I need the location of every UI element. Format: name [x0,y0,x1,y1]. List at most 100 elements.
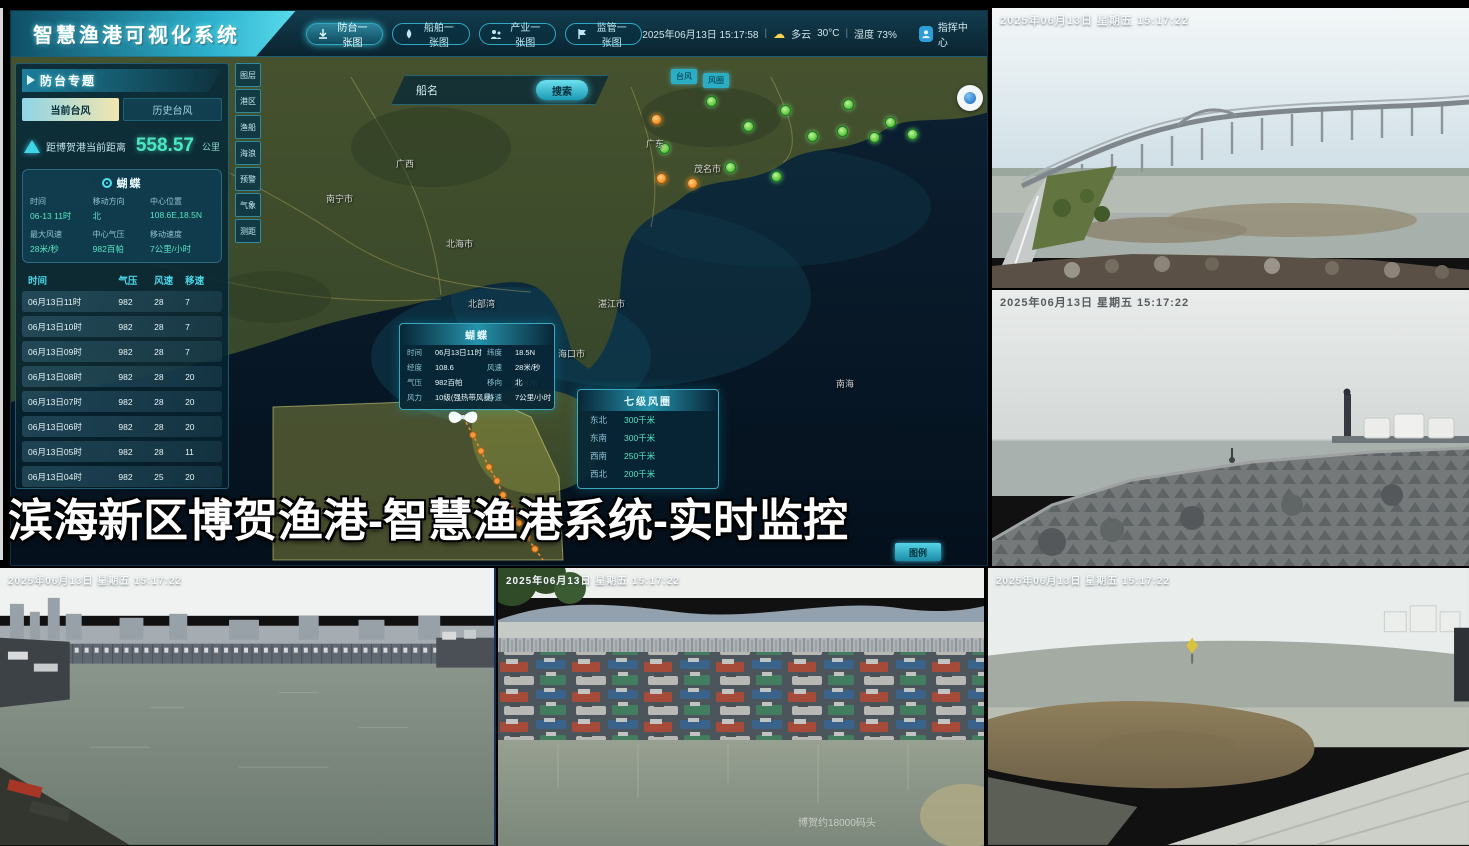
user-label: 指挥中心 [938,19,973,49]
camera-feed-harbor-panorama[interactable]: 2025年06月13日 星期五 15:17:22 [0,568,496,846]
popup-value: 982百帕 [435,377,483,388]
popup-label: 纬度 [487,347,511,358]
camera-feed-bridge[interactable]: 2025年06月13日 星期五 15:17:22 [992,8,1469,288]
vessel-marker[interactable] [743,121,754,132]
table-row[interactable]: 06月13日09时982287 [22,341,222,362]
tool-waves[interactable]: 海浪 [235,141,261,165]
camera-feed-fleet[interactable]: 2025年06月13日 星期五 15:17:22 博贺约18000码头 [498,568,984,846]
popup-value: 300千米 [624,432,655,444]
tool-vessels[interactable]: 渔船 [235,115,261,139]
vessel-marker[interactable] [907,129,918,140]
vessel-marker[interactable] [807,131,818,142]
alert-marker[interactable] [687,178,698,189]
wind-circle-popup: 七级风圈 东北300千米 东南300千米 西南250千米 西北200千米 [577,389,719,489]
popup-value: 06月13日11时 [435,347,483,358]
popup-label: 移向 [487,377,511,388]
tool-layers[interactable]: 图层 [235,63,261,87]
map-label: 南海 [836,377,854,390]
ship-icon [403,28,415,40]
popup-value: 28米/秒 [515,362,547,373]
table-header: 时间气压 风速移速 [22,271,222,289]
nav-typhoon-map[interactable]: 防台一张图 [306,23,383,45]
bridge-scene [992,8,1469,288]
popup-value: 108.6 [435,363,483,372]
nav-label: 监管一张图 [592,19,631,49]
breakwater-scene [992,290,1469,566]
nav-industry-map[interactable]: 产业一张图 [479,23,556,45]
camera-feed-breakwater[interactable]: 2025年06月13日 星期五 15:17:22 [992,290,1469,566]
table-row[interactable]: 06月13日10时982287 [22,316,222,337]
search-button[interactable]: 搜索 [536,80,588,100]
vessel-marker[interactable] [725,162,736,173]
app-title: 智慧渔港可视化系统 [33,19,240,48]
popup-label: 风速 [487,362,511,373]
nav-supervision-map[interactable]: 监管一张图 [565,23,642,45]
map-label: 南宁市 [326,192,353,205]
vessel-marker[interactable] [771,171,782,182]
tool-port[interactable]: 港区 [235,89,261,113]
main-nav: 防台一张图 船舶一张图 产业一张图 监管一张图 [306,23,642,45]
nav-label: 产业一张图 [506,19,545,49]
popup-value: 7公里/小时 [515,392,551,403]
map-chip-typhoon[interactable]: 台风 [671,69,697,84]
map-chip-windcircle[interactable]: 风圈 [703,73,729,88]
vessel-marker[interactable] [843,99,854,110]
divider: | [845,28,848,39]
tool-measure[interactable]: 测距 [235,219,261,243]
card-field: 移动速度7公里/小时 [150,229,214,255]
user-chip[interactable]: 指挥中心 [919,19,973,49]
card-field: 移动方向北 [93,196,146,222]
widget-icon [964,92,976,104]
typhoon-panel: 防台专题 当前台风 历史台风 距博贺港当前距离 558.57 公里 蝴蝶 时间0… [15,63,229,489]
weather-condition: 多云 [791,26,811,41]
card-field: 中心位置108.6E,18.5N [150,196,214,222]
table-row[interactable]: 06月13日07时9822820 [22,391,222,412]
distance-value: 558.57 [136,135,194,157]
table-row[interactable]: 06月13日05时9822811 [22,441,222,462]
distance-icon [24,140,40,153]
tool-warning[interactable]: 预警 [235,167,261,191]
tool-weather[interactable]: 气象 [235,193,261,217]
user-icon [919,26,933,42]
popup-label: 气压 [407,377,431,388]
popup-value: 北 [515,377,547,388]
floating-widget[interactable] [957,85,983,111]
tab-current-typhoon[interactable]: 当前台风 [22,98,119,121]
map-label: 海口市 [558,347,585,360]
popup-label: 西南 [590,450,616,462]
table-row[interactable]: 06月13日11时982287 [22,291,222,312]
vessel-marker[interactable] [706,96,717,107]
distance-stat: 距博贺港当前距离 558.57 公里 [22,129,222,163]
alert-marker[interactable] [656,173,667,184]
nav-label: 防台一张图 [333,19,372,49]
popup-label: 风力 [407,392,431,403]
weather-humidity: 湿度 73% [854,26,897,41]
weather-temperature: 30°C [817,28,839,39]
search-input[interactable] [444,83,536,97]
divider: | [764,28,767,39]
popup-label: 时间 [407,347,431,358]
flag-icon [576,28,588,40]
alert-marker[interactable] [651,114,662,125]
vessel-marker[interactable] [885,117,896,128]
camera-timestamp: 2025年06月13日 星期五 15:17:22 [1000,294,1189,310]
popup-label: 东北 [590,414,616,426]
camera-feed-shoreline[interactable]: 2025年06月13日 星期五 15:17:22 [986,568,1469,846]
datetime-text: 2025年06月13日 15:17:58 [642,26,758,41]
typhoon-popup: 蝴蝶 时间 06月13日11时 纬度 18.5N 经度 108.6 风速 28米… [399,323,555,410]
camera-timestamp: 2025年06月13日 星期五 15:17:22 [996,572,1170,587]
camera-timestamp: 2025年06月13日 星期五 15:17:22 [506,572,680,587]
table-row[interactable]: 06月13日08时9822820 [22,366,222,387]
table-row[interactable]: 06月13日06时9822820 [22,416,222,437]
card-field: 时间06-13 11时 [30,196,89,222]
vessel-marker[interactable] [837,126,848,137]
panel-tabs: 当前台风 历史台风 [22,98,222,121]
tab-history-typhoon[interactable]: 历史台风 [123,98,222,121]
vessel-marker[interactable] [869,132,880,143]
map-label: 广西 [396,157,414,170]
map-label: 北部湾 [468,297,495,310]
vessel-marker[interactable] [780,105,791,116]
window-edge [0,8,3,560]
popup-value: 250千米 [624,450,655,462]
nav-vessel-map[interactable]: 船舶一张图 [392,23,469,45]
